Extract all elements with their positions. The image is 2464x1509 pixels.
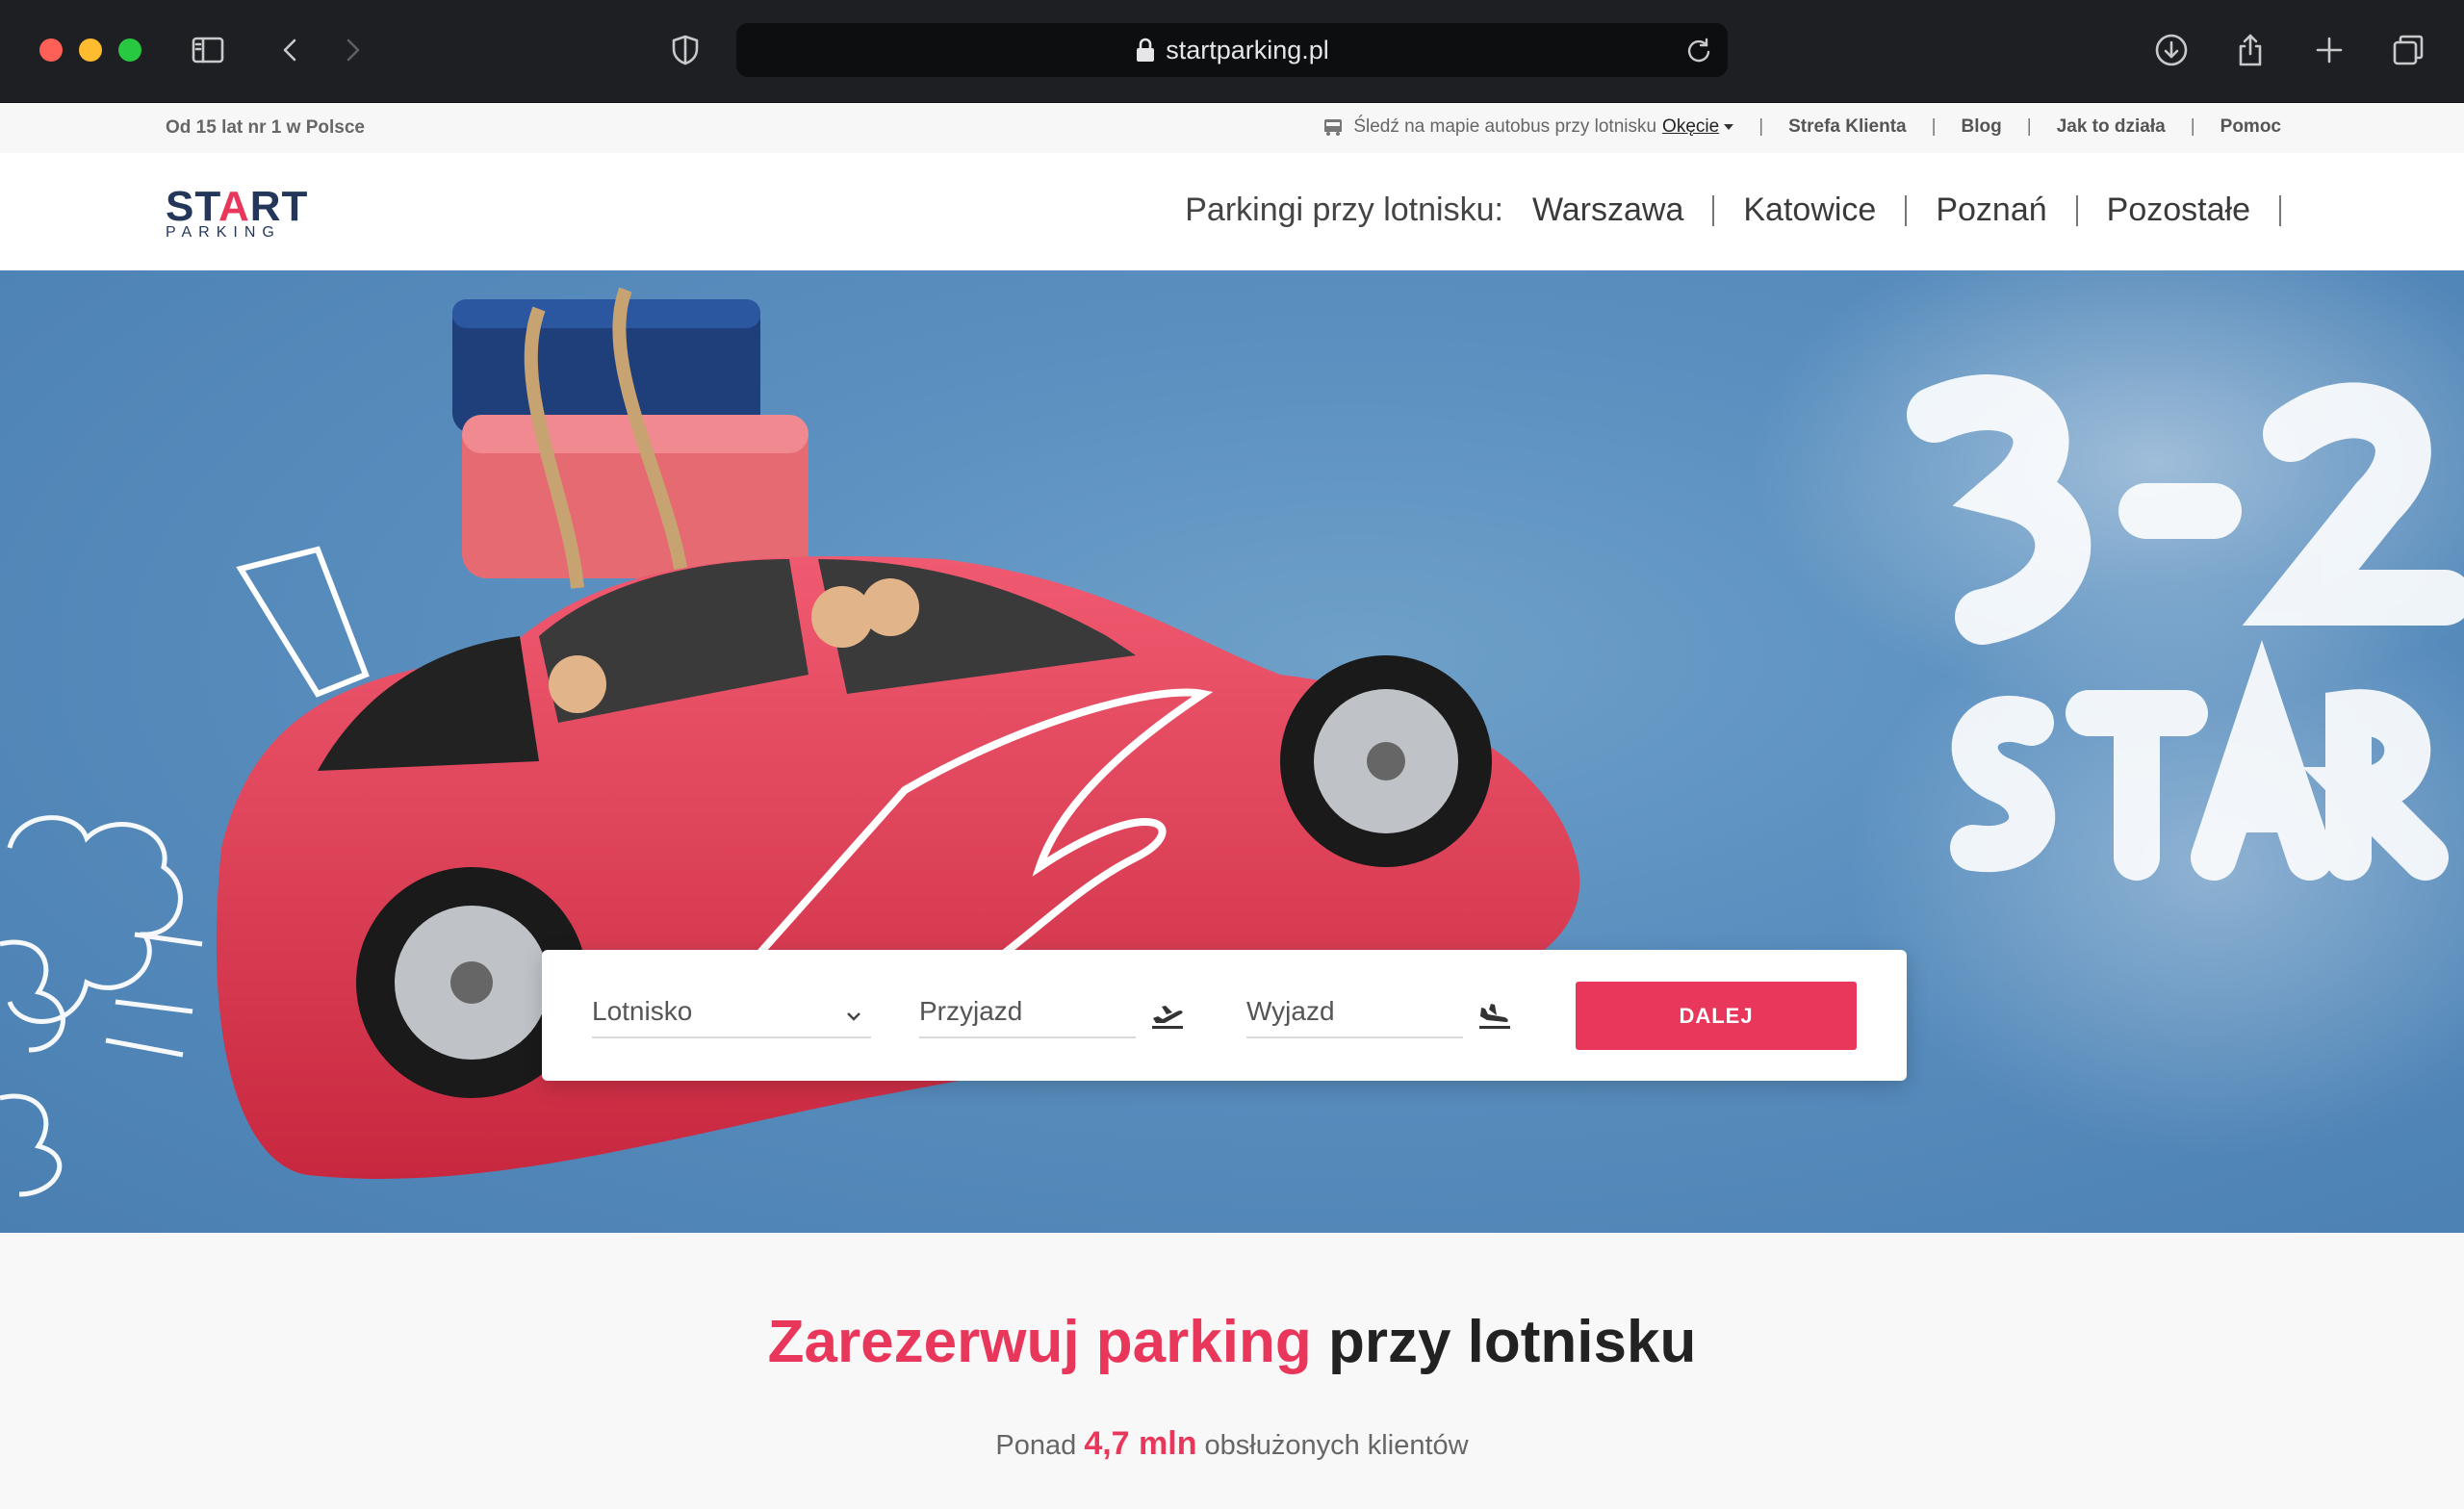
link-how-it-works[interactable]: Jak to działa — [2057, 116, 2166, 138]
bus-airport-dropdown[interactable]: Okęcie — [1662, 116, 1719, 138]
minimize-window-button[interactable] — [79, 38, 102, 62]
plane-landing-icon — [1477, 1002, 1512, 1031]
airport-select[interactable]: Lotnisko — [592, 992, 871, 1038]
departure-date-field[interactable]: Wyjazd — [1246, 992, 1463, 1038]
nav-title: Parkingi przy lotnisku: — [1185, 192, 1503, 228]
nav-link-katowice[interactable]: Katowice — [1743, 192, 1876, 229]
caret-down-icon — [1724, 124, 1734, 130]
lock-icon — [1137, 38, 1155, 62]
close-window-button[interactable] — [39, 38, 63, 62]
share-icon[interactable] — [2227, 27, 2273, 73]
link-client-zone[interactable]: Strefa Klienta — [1788, 116, 1906, 138]
zoom-window-button[interactable] — [118, 38, 141, 62]
utility-links: Śledź na mapie autobus przy lotnisku Okę… — [1322, 116, 2281, 138]
new-tab-icon[interactable] — [2306, 27, 2352, 73]
link-help[interactable]: Pomoc — [2220, 116, 2281, 138]
link-blog[interactable]: Blog — [1962, 116, 2002, 138]
start-parking-logo[interactable]: START PARKING — [166, 186, 307, 243]
sidebar-icon[interactable] — [185, 27, 231, 73]
nav-link-poznan[interactable]: Poznań — [1936, 192, 2046, 229]
section-heading: Zarezerwuj parking przy lotnisku — [767, 1309, 1697, 1375]
nav-link-warszawa[interactable]: Warszawa — [1532, 192, 1683, 229]
arrival-date-field[interactable]: Przyjazd — [919, 992, 1136, 1038]
plane-takeoff-icon — [1150, 1002, 1185, 1031]
address-bar[interactable]: startparking.pl — [736, 23, 1728, 77]
reload-icon[interactable] — [1683, 35, 1714, 65]
hero-banner: Lotnisko Przyjazd Wyjazd DALEJ — [0, 270, 2464, 1233]
next-button[interactable]: DALEJ — [1576, 982, 1857, 1050]
browser-toolbar: startparking.pl — [0, 0, 2464, 103]
utility-bar: Od 15 lat nr 1 w Polsce Śledź na mapie a… — [0, 103, 2464, 153]
back-icon[interactable] — [268, 27, 314, 73]
bus-tracker-text: Śledź na mapie autobus przy lotnisku — [1353, 116, 1657, 137]
parking-search-form: Lotnisko Przyjazd Wyjazd DALEJ — [542, 950, 1907, 1081]
address-bar-url: startparking.pl — [1166, 35, 1329, 64]
bus-tracker[interactable]: Śledź na mapie autobus przy lotnisku Okę… — [1322, 116, 1734, 138]
tagline: Od 15 lat nr 1 w Polsce — [166, 117, 365, 138]
bus-icon — [1324, 119, 1343, 136]
shield-icon[interactable] — [662, 27, 708, 73]
airport-parking-nav: Parkingi przy lotnisku: Warszawa Katowic… — [1185, 192, 2310, 229]
tabs-overview-icon[interactable] — [2385, 27, 2431, 73]
download-icon[interactable] — [2148, 27, 2194, 73]
intro-section: Zarezerwuj parking przy lotnisku Ponad 4… — [0, 1233, 2464, 1509]
chevron-down-icon — [844, 1002, 863, 1021]
nav-link-other[interactable]: Pozostałe — [2107, 192, 2250, 229]
hero-illustration — [0, 270, 2464, 1197]
site-header: START PARKING Parkingi przy lotnisku: Wa… — [0, 153, 2464, 270]
forward-icon[interactable] — [329, 27, 375, 73]
customers-count-text: Ponad 4,7 mln obsłużonych klientów — [995, 1425, 1469, 1462]
